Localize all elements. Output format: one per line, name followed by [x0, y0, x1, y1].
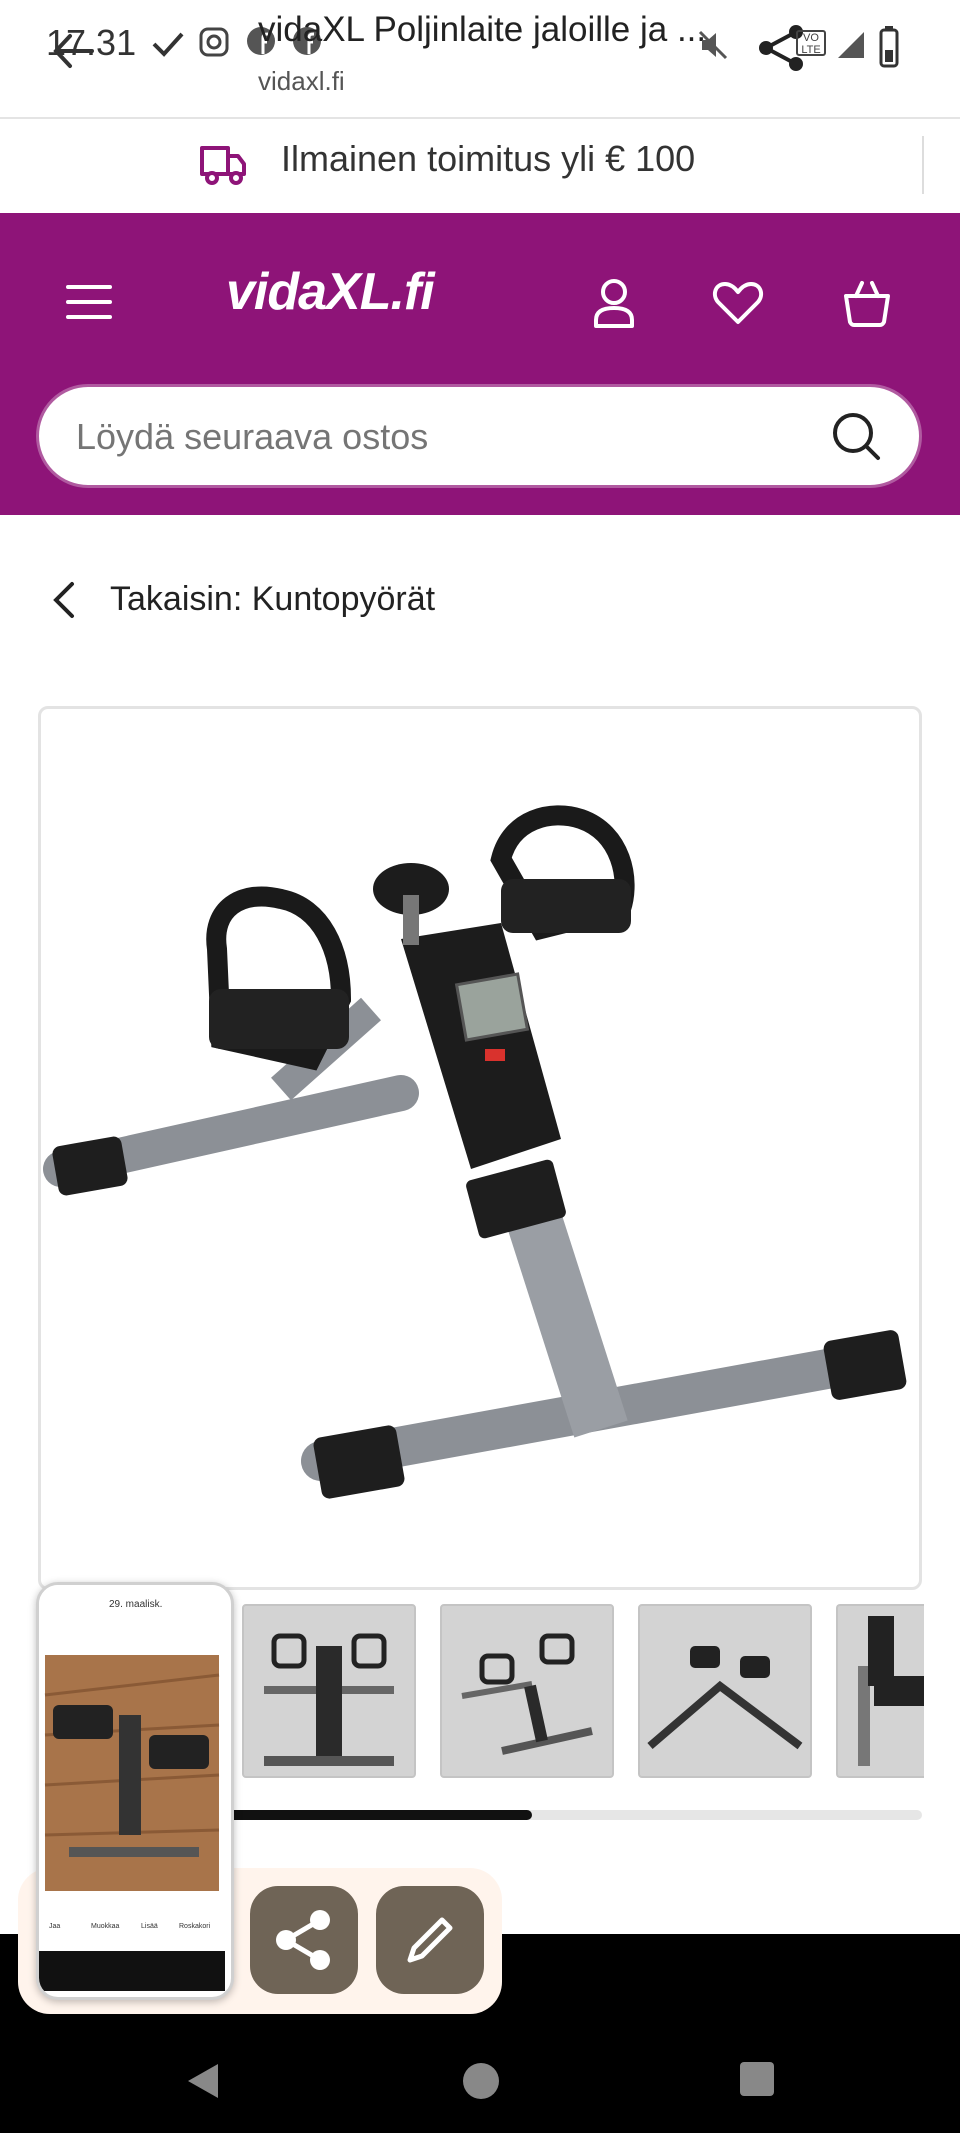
- product-thumbnail-3[interactable]: [638, 1604, 812, 1778]
- account-icon[interactable]: [592, 278, 636, 330]
- breadcrumb-back-link[interactable]: Takaisin: Kuntopyörät: [110, 580, 435, 619]
- chevron-left-icon[interactable]: [50, 580, 78, 620]
- screenshot-preview[interactable]: 29. maalisk. Jaa Muokkaa Lisää Roskakori: [36, 1582, 234, 2000]
- promo-text: Ilmainen toimitus yli € 100: [281, 138, 696, 179]
- product-thumbnail-2[interactable]: [440, 1604, 614, 1778]
- delivery-truck-icon: [200, 146, 246, 185]
- search-input[interactable]: [76, 416, 776, 458]
- screenshot-edit-button[interactable]: [376, 1886, 484, 1994]
- status-time: 17.31: [46, 22, 137, 63]
- url-text[interactable]: vidaxl.fi: [258, 66, 345, 97]
- product-thumbnail-1[interactable]: [242, 1604, 416, 1778]
- volte-badge: VO LTE: [796, 30, 826, 56]
- preview-action-add: Lisää: [141, 1923, 158, 1930]
- promo-divider: [922, 136, 924, 194]
- thumbnail-front-view-image: [264, 1633, 394, 1766]
- preview-action-edit: Muokkaa: [91, 1923, 120, 1930]
- vidaxl-logo[interactable]: vidaXL.fi: [226, 262, 435, 322]
- nav-home-icon[interactable]: [460, 2060, 502, 2102]
- screenshot-share-button[interactable]: [250, 1886, 358, 1994]
- check-notification-icon: [152, 32, 184, 57]
- pedal-exerciser-image: [43, 805, 907, 1499]
- instagram-icon: [199, 27, 229, 57]
- nav-recents-icon[interactable]: [738, 2060, 776, 2098]
- mute-icon: [698, 30, 728, 60]
- nav-back-icon[interactable]: [182, 2060, 224, 2102]
- share-icon: [276, 1910, 330, 1970]
- hamburger-menu-icon[interactable]: [66, 284, 112, 320]
- thumbnail-partial-view-image: [858, 1616, 924, 1766]
- product-main-image[interactable]: [38, 706, 922, 1590]
- thumbnail-angle-view-image: [461, 1633, 593, 1755]
- product-thumbnail-4[interactable]: [836, 1604, 924, 1778]
- shopping-basket-icon[interactable]: [842, 278, 892, 328]
- wishlist-heart-icon[interactable]: [712, 280, 764, 326]
- search-icon[interactable]: [830, 410, 882, 462]
- preview-action-share: Jaa: [49, 1923, 61, 1930]
- screenshot-preview-image: [39, 1585, 225, 1991]
- preview-date: 29. maalisk.: [109, 1599, 163, 1610]
- preview-action-trash: Roskakori: [179, 1923, 211, 1930]
- pencil-icon: [407, 1917, 453, 1963]
- tab-title: vidaXL Poljinlaite jaloille ja ...: [258, 10, 707, 49]
- thumbnail-side-view-image: [647, 1646, 803, 1750]
- signal-icon: [838, 32, 864, 58]
- battery-icon: [879, 26, 899, 68]
